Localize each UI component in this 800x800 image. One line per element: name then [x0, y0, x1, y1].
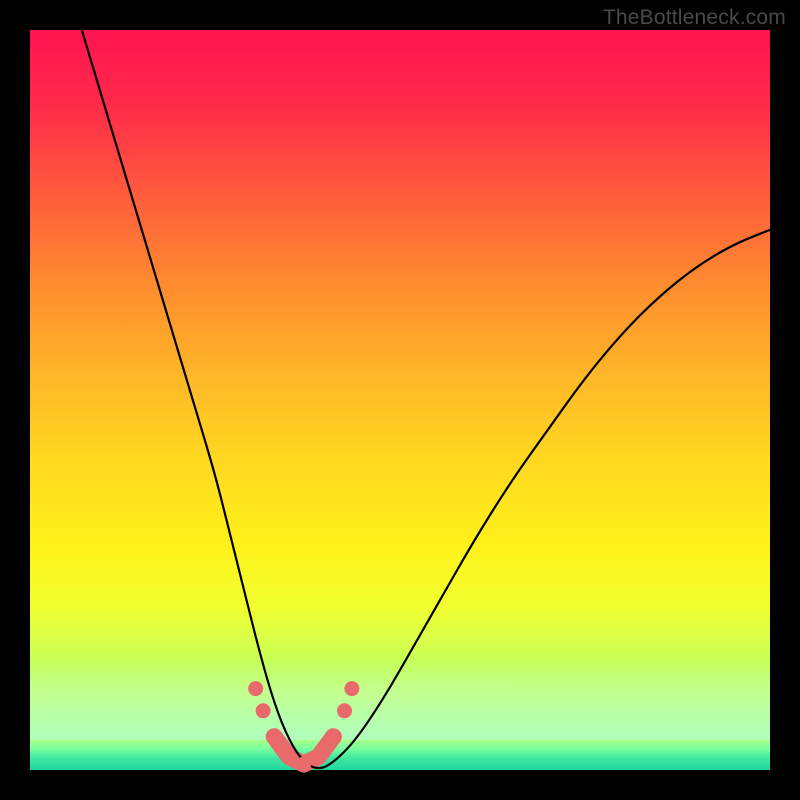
- dip-marker-dot: [311, 749, 326, 764]
- chart-svg: [30, 30, 770, 770]
- dip-marker-dots: [248, 681, 359, 771]
- dip-marker-dot: [282, 749, 297, 764]
- dip-marker-dot: [256, 703, 271, 718]
- dip-marker-dot: [326, 729, 341, 744]
- dip-marker-dot: [296, 757, 311, 772]
- chart-plot-area: [30, 30, 770, 770]
- dip-marker-dot: [267, 729, 282, 744]
- dip-marker-dot: [344, 681, 359, 696]
- watermark-text: TheBottleneck.com: [603, 6, 786, 30]
- bottleneck-curve: [82, 30, 770, 768]
- dip-marker-dot: [248, 681, 263, 696]
- dip-marker-dot: [337, 703, 352, 718]
